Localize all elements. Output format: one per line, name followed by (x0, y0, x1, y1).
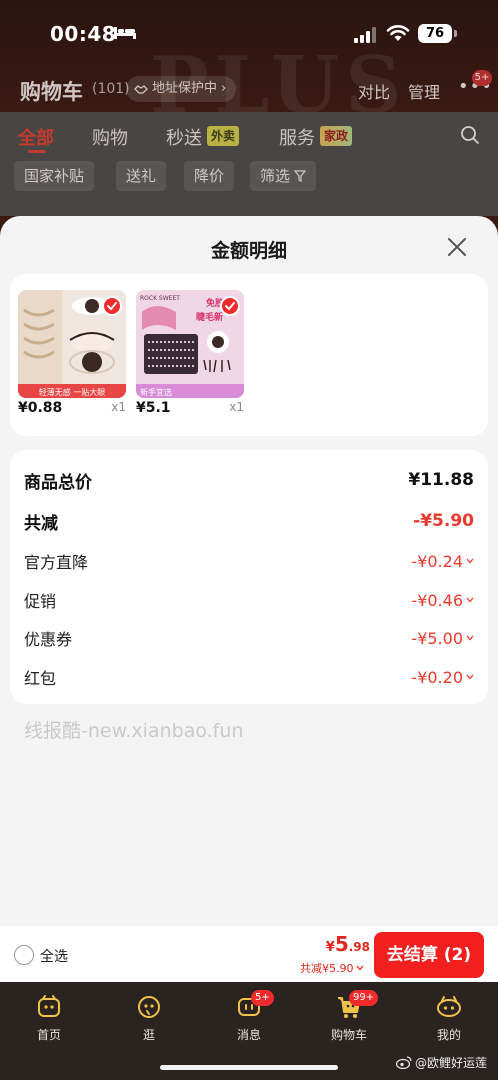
tab-label: 首页 (36, 1028, 61, 1042)
select-all-label[interactable]: 全选 (40, 946, 68, 966)
row-value: -¥0.20 (411, 667, 463, 687)
status-time: 00:48 (50, 22, 117, 46)
chevron-down-icon (356, 965, 363, 971)
price-breakdown: 商品总价 ¥11.88 共减 -¥5.90 官方直降 -¥0.24 促销 -¥0… (10, 450, 488, 704)
address-protect-label: 地址保护中 (152, 81, 218, 96)
chevron-right-icon: › (221, 81, 227, 96)
checkbox-checked-icon[interactable] (102, 296, 122, 316)
battery-indicator: 76 (418, 24, 452, 43)
wifi-icon (386, 25, 410, 41)
home-indicator (160, 1065, 338, 1070)
home-icon (38, 995, 60, 1017)
row-value-wrap: -¥0.46 (411, 591, 474, 610)
cart-count: (101) (92, 81, 130, 97)
product-image-caption: 新手宜选 (140, 387, 172, 397)
tab-label: 我的 (436, 1028, 461, 1042)
battery-tip (454, 30, 457, 37)
row-label: 优惠券 (24, 630, 73, 649)
handshake-icon (134, 85, 148, 94)
tab-all[interactable]: 全部 (18, 124, 54, 150)
filter-price-drop[interactable]: 降价 (184, 161, 235, 191)
row-total-discount: 共减 -¥5.90 (24, 509, 474, 534)
product-image-brand: ROCK SWEET (140, 295, 180, 302)
tab-label: 消息 (236, 1028, 261, 1042)
product-price: ¥0.88 (18, 400, 63, 416)
row-total-price: 商品总价 ¥11.88 (24, 468, 474, 493)
checkout-button[interactable]: 去结算 (2) (374, 932, 484, 978)
row-label: 官方直降 (24, 553, 89, 572)
row-coupon[interactable]: 优惠券 -¥5.00 (24, 626, 474, 650)
row-promotion[interactable]: 促销 -¥0.46 (24, 588, 474, 612)
row-label: 商品总价 (24, 472, 92, 493)
tab-active-indicator (28, 150, 46, 153)
status-bar: 00:48 76 (0, 0, 498, 64)
weibo-handle: @欧鲤好运莲 (415, 1056, 488, 1070)
cart-badge: 99+ (349, 990, 379, 1006)
row-value-wrap: -¥0.20 (411, 668, 474, 687)
product-quantity: x1 (229, 400, 244, 414)
product-price: ¥5.1 (136, 400, 171, 416)
profile-icon (437, 996, 461, 1017)
checkout-total: ¥5.98 (312, 932, 370, 956)
row-label: 共减 (24, 513, 58, 534)
product-image-caption: 轻薄无感 一贴大眼 (39, 387, 106, 397)
chevron-down-icon (466, 558, 474, 564)
more-badge: 5+ (472, 70, 492, 86)
row-value-wrap: -¥0.24 (411, 552, 474, 571)
filter-button[interactable]: 筛选 (250, 161, 317, 191)
checkbox-checked-icon[interactable] (220, 296, 240, 316)
select-all-radio[interactable] (14, 945, 34, 965)
row-label: 红包 (24, 669, 57, 688)
cellular-signal-icon (354, 27, 376, 43)
saved-amount: 共减¥5.90 (300, 962, 354, 975)
total-integer: 5 (334, 932, 349, 956)
tab-instant[interactable]: 秒送 (166, 124, 202, 150)
saved-amount-button[interactable]: 共减¥5.90 (300, 960, 364, 976)
chevron-down-icon (466, 674, 474, 680)
site-watermark: 线报酷-new.xianbao.fun (24, 720, 244, 742)
currency-symbol: ¥ (325, 940, 335, 955)
product-quantity: x1 (111, 400, 126, 414)
sleep-focus-icon (114, 27, 136, 39)
row-value: -¥5.90 (413, 511, 474, 531)
address-protect-button[interactable]: 地址保护中 › (126, 76, 237, 102)
row-value: -¥5.00 (411, 628, 463, 648)
row-red-packet[interactable]: 红包 -¥0.20 (24, 665, 474, 689)
weibo-icon (396, 1056, 412, 1069)
filter-label: 筛选 (260, 167, 291, 185)
browse-icon (138, 996, 160, 1018)
page-title: 购物车 (20, 80, 83, 104)
tab-service[interactable]: 服务 (279, 124, 315, 150)
tab-instant-tag: 外卖 (207, 126, 240, 146)
filter-gift[interactable]: 送礼 (116, 161, 167, 191)
row-value: ¥11.88 (408, 470, 474, 490)
weibo-watermark: @欧鲤好运莲 (396, 1054, 487, 1071)
tab-shopping[interactable]: 购物 (92, 124, 128, 150)
row-label: 促销 (24, 592, 57, 611)
chevron-down-icon (466, 597, 474, 603)
tab-label: 逛 (142, 1028, 155, 1042)
product-image-text: 睫毛新 (196, 311, 223, 323)
close-icon[interactable] (444, 234, 470, 260)
row-value: -¥0.24 (411, 551, 463, 571)
tab-service-tag: 家政 (320, 126, 353, 146)
tab-label: 购物车 (330, 1028, 367, 1042)
filter-national-subsidy[interactable]: 国家补贴 (14, 161, 95, 191)
product-image-eye-stickers: 轻薄无感 一贴大眼 (18, 290, 126, 398)
message-badge: 5+ (251, 990, 274, 1006)
row-value: -¥0.46 (411, 590, 463, 610)
product-image-false-lashes: ROCK SWEET 免胶 睫毛新 新手宜选 (136, 290, 244, 398)
search-icon[interactable] (460, 125, 480, 145)
total-decimal: .98 (348, 940, 370, 954)
funnel-icon (294, 170, 307, 182)
row-value-wrap: -¥5.00 (411, 629, 474, 648)
chevron-down-icon (466, 635, 474, 641)
row-official-discount[interactable]: 官方直降 -¥0.24 (24, 549, 474, 573)
checkout-bar: 全选 ¥5.98 共减¥5.90 去结算 (2) (0, 926, 498, 984)
sheet-title: 金额明细 (210, 240, 287, 262)
manage-button[interactable]: 管理 (408, 79, 440, 103)
product-list: 轻薄无感 一贴大眼 ¥0.88 x1 ROCK SWEET 免胶 睫毛新 新手宜… (10, 274, 488, 436)
amount-details-sheet: 金额明细 轻薄无感 一贴大眼 ¥0.88 x1 ROCK SWEET 免胶 睫毛… (0, 216, 498, 982)
compare-button[interactable]: 对比 (358, 79, 390, 103)
